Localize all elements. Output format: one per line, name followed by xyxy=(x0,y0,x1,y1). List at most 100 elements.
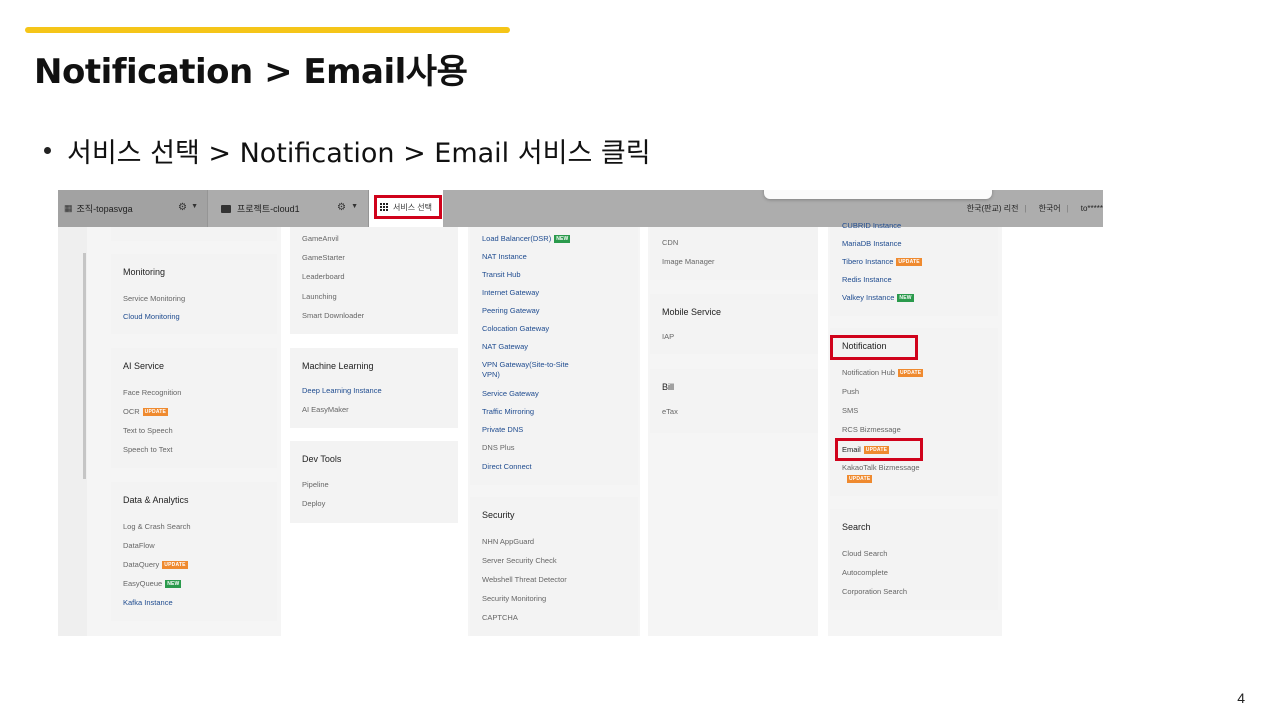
service-card-security: Security NHN AppGuard Server Security Ch… xyxy=(470,497,638,636)
menu-item-rcs-bizmessage[interactable]: RCS Bizmessage xyxy=(842,425,901,435)
bullet-text: 서비스 선택 > Notification > Email 서비스 클릭 xyxy=(67,138,651,169)
menu-item-internet-gateway[interactable]: Internet Gateway xyxy=(482,288,539,298)
menu-item-easyqueue[interactable]: EasyQueue NEW xyxy=(123,579,182,589)
menu-item-direct-connect[interactable]: Direct Connect xyxy=(482,462,532,472)
menu-item-vpn-gateway-cont[interactable]: VPN) xyxy=(482,370,500,380)
menu-item-cloud-search[interactable]: Cloud Search xyxy=(842,549,887,559)
menu-item-security-monitoring[interactable]: Security Monitoring xyxy=(482,594,546,604)
gear-icon[interactable]: ⚙ xyxy=(178,202,187,213)
menu-item-leaderboard[interactable]: Leaderboard xyxy=(302,272,345,282)
menu-item-deploy[interactable]: Deploy xyxy=(302,499,325,509)
top-navigation-bar: ▦ 조직-topasvga ⚙ ▼ 프로젝트-cloud1 ⚙ ▼ 서비스 선택… xyxy=(58,190,1103,227)
console-screenshot: ▦ 조직-topasvga ⚙ ▼ 프로젝트-cloud1 ⚙ ▼ 서비스 선택… xyxy=(58,190,1103,636)
menu-item-peering-gateway[interactable]: Peering Gateway xyxy=(482,306,540,316)
project-selector[interactable]: 프로젝트-cloud1 ⚙ ▼ xyxy=(207,190,369,227)
menu-item-text-to-speech[interactable]: Text to Speech xyxy=(123,426,173,436)
menu-item-service-gateway[interactable]: Service Gateway xyxy=(482,389,539,399)
card-title: Machine Learning xyxy=(302,361,374,371)
new-badge: NEW xyxy=(554,235,571,243)
menu-item-dataflow[interactable]: DataFlow xyxy=(123,541,155,551)
user-menu[interactable]: to***** xyxy=(1081,204,1103,213)
menu-item-cubrid-instance[interactable]: CUBRID Instance xyxy=(842,221,901,231)
menu-item-cdn[interactable]: CDN xyxy=(662,238,678,248)
menu-item-image-manager[interactable]: Image Manager xyxy=(662,257,715,267)
menu-item-kafka-instance[interactable]: Kafka Instance xyxy=(123,598,173,608)
menu-item-gamestarter[interactable]: GameStarter xyxy=(302,253,345,263)
org-selector[interactable]: ▦ 조직-topasvga ⚙ ▼ xyxy=(58,190,207,227)
menu-item-traffic-mirroring[interactable]: Traffic Mirroring xyxy=(482,407,534,417)
menu-item-captcha[interactable]: CAPTCHA xyxy=(482,613,518,623)
menu-item-iap[interactable]: IAP xyxy=(662,332,674,342)
menu-item-nat-gateway[interactable]: NAT Gateway xyxy=(482,342,528,352)
menu-item-private-dns[interactable]: Private DNS xyxy=(482,425,523,435)
kakaotalk-update-badge-row: UPDATE xyxy=(844,474,873,484)
menu-item-ocr[interactable]: OCR UPDATE xyxy=(123,407,169,417)
service-card-monitoring: Monitoring Service Monitoring Cloud Moni… xyxy=(111,254,277,334)
update-badge: UPDATE xyxy=(162,561,188,569)
menu-item-launching[interactable]: Launching xyxy=(302,292,337,302)
item-label: Valkey Instance xyxy=(842,293,895,302)
menu-item-pipeline[interactable]: Pipeline xyxy=(302,480,329,490)
service-card-search: Search Cloud Search Autocomplete Corpora… xyxy=(830,509,998,610)
menu-item-redis-instance[interactable]: Redis Instance xyxy=(842,275,892,285)
menu-item-etax[interactable]: eTax xyxy=(662,407,678,417)
item-label: Tibero Instance xyxy=(842,257,894,266)
update-badge: UPDATE xyxy=(896,258,922,266)
card-title: Dev Tools xyxy=(302,454,342,464)
language-selector[interactable]: 한국어 xyxy=(1039,203,1061,214)
region-selector[interactable]: 한국(판교) 리전 xyxy=(967,203,1019,214)
menu-item-transit-hub[interactable]: Transit Hub xyxy=(482,270,521,280)
card-title: Search xyxy=(842,522,871,532)
menu-item-mariadb-instance[interactable]: MariaDB Instance xyxy=(842,239,902,249)
menu-item-gameanvil[interactable]: GameAnvil xyxy=(302,234,339,244)
service-select-button[interactable]: 서비스 선택 xyxy=(374,195,442,219)
menu-item-face-recognition[interactable]: Face Recognition xyxy=(123,388,181,398)
divider: | xyxy=(1024,204,1027,213)
chevron-down-icon[interactable]: ▼ xyxy=(351,203,358,210)
card-title: Monitoring xyxy=(123,267,166,277)
scrollbar-thumb[interactable] xyxy=(83,253,86,479)
card-title: Data & Analytics xyxy=(123,495,189,505)
menu-item-push[interactable]: Push xyxy=(842,387,859,397)
service-card-machine-learning: Machine Learning Deep Learning Instance … xyxy=(290,348,458,428)
menu-item-webshell-threat-detector[interactable]: Webshell Threat Detector xyxy=(482,575,567,585)
menu-item-tibero-instance[interactable]: Tibero Instance UPDATE xyxy=(842,257,922,267)
new-badge: NEW xyxy=(897,294,914,302)
menu-item-speech-to-text[interactable]: Speech to Text xyxy=(123,445,172,455)
org-label: 조직-topasvga xyxy=(76,204,133,214)
service-card-ai-service: AI Service Face Recognition OCR UPDATE Te… xyxy=(111,348,277,468)
menu-item-sms[interactable]: SMS xyxy=(842,406,858,416)
menu-item-log-crash-search[interactable]: Log & Crash Search xyxy=(123,522,191,532)
gear-icon[interactable]: ⚙ xyxy=(337,202,346,213)
menu-item-smart-downloader[interactable]: Smart Downloader xyxy=(302,311,364,321)
menu-item-deep-learning-instance[interactable]: Deep Learning Instance xyxy=(302,386,382,396)
bullet-point: 서비스 선택 > Notification > Email 서비스 클릭 xyxy=(44,131,651,170)
service-select-tab: 서비스 선택 xyxy=(369,190,443,227)
menu-item-corporation-search[interactable]: Corporation Search xyxy=(842,587,907,597)
menu-item-notification-hub[interactable]: Notification Hub UPDATE xyxy=(842,368,924,378)
menu-item-load-balancer-dsr[interactable]: Load Balancer(DSR) NEW xyxy=(482,234,571,244)
menu-item-vpn-gateway[interactable]: VPN Gateway(Site-to-Site xyxy=(482,360,569,370)
menu-item-autocomplete[interactable]: Autocomplete xyxy=(842,568,888,578)
menu-item-colocation-gateway[interactable]: Colocation Gateway xyxy=(482,324,549,334)
service-card-network: Load Balancer(DSR) NEW NAT Instance Trans… xyxy=(470,227,638,485)
title-accent-bar xyxy=(25,27,510,33)
menu-item-valkey-instance[interactable]: Valkey Instance NEW xyxy=(842,293,914,303)
menu-item-nhn-appguard[interactable]: NHN AppGuard xyxy=(482,537,534,547)
menu-item-cloud-monitoring[interactable]: Cloud Monitoring xyxy=(123,312,180,322)
menu-item-dataquery[interactable]: DataQuery UPDATE xyxy=(123,560,188,570)
chevron-down-icon[interactable]: ▼ xyxy=(191,203,198,210)
menu-item-server-security-check[interactable]: Server Security Check xyxy=(482,556,557,566)
menu-item-service-monitoring[interactable]: Service Monitoring xyxy=(123,294,185,304)
highlight-box-email xyxy=(835,438,923,461)
menu-item-ai-easymaker[interactable]: AI EasyMaker xyxy=(302,405,349,415)
item-label: DataQuery xyxy=(123,560,160,569)
card-title: Mobile Service xyxy=(662,307,722,317)
project-label: 프로젝트-cloud1 xyxy=(237,204,300,214)
menu-item-kakaotalk-bizmessage[interactable]: KakaoTalk Bizmessage xyxy=(842,463,920,473)
menu-item-dns-plus[interactable]: DNS Plus xyxy=(482,443,515,453)
card-title: Security xyxy=(482,510,515,520)
item-label: Notification Hub xyxy=(842,368,895,377)
menu-item-nat-instance[interactable]: NAT Instance xyxy=(482,252,527,262)
update-badge: UPDATE xyxy=(897,369,924,377)
